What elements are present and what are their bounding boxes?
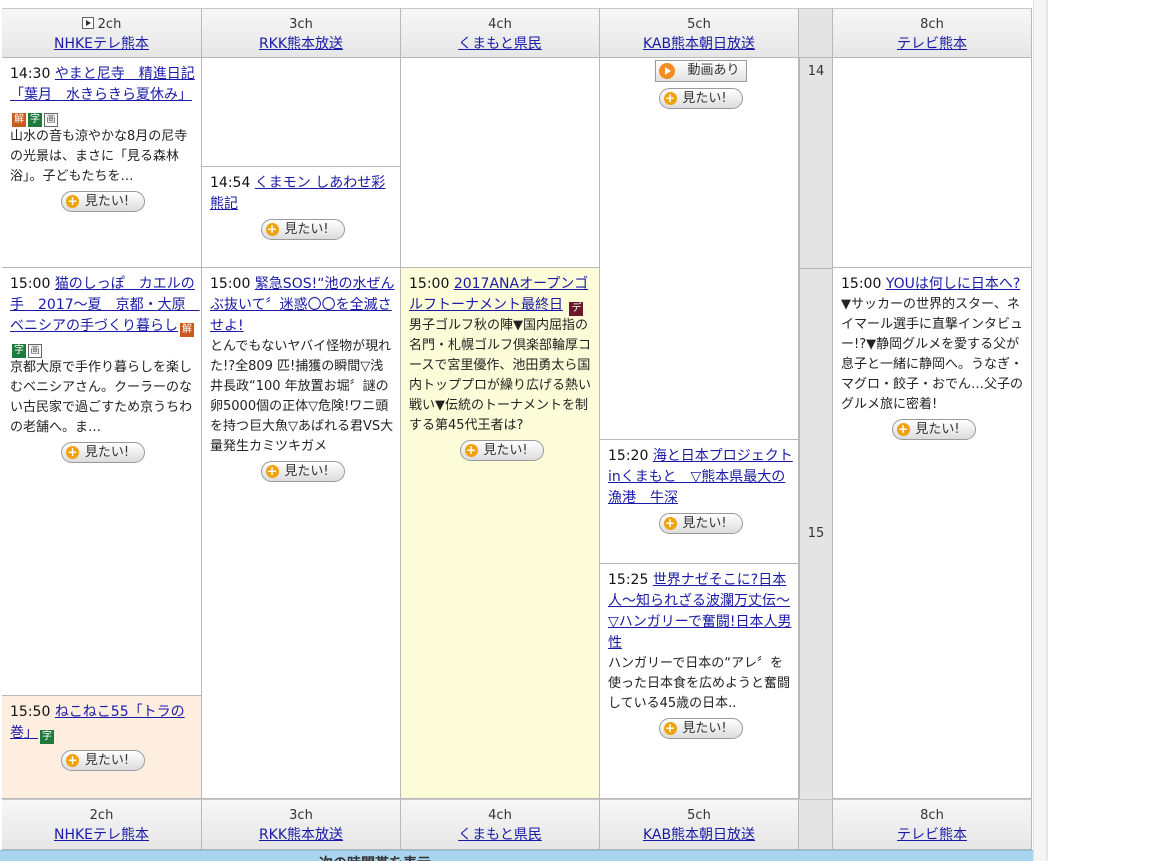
channel-header-8ch: 8ch テレビ熊本 bbox=[833, 8, 1032, 58]
program-cell-empty bbox=[401, 58, 600, 268]
channel-footer-5ch: 5ch KAB熊本朝日放送 bbox=[600, 799, 799, 850]
channel-link-5ch[interactable]: KAB熊本朝日放送 bbox=[643, 35, 755, 53]
time-header-blank bbox=[799, 8, 833, 58]
channel-link-4ch[interactable]: くまもと県民 bbox=[458, 826, 542, 844]
hour-divider bbox=[800, 268, 832, 269]
channel-footer-4ch: 4ch くまもと県民 bbox=[401, 799, 600, 850]
next-timeslot-button[interactable]: 一次の時間帯を表示 bbox=[0, 850, 1033, 861]
program-description: 男子ゴルフ秋の陣▼国内屈指の名門・札幌ゴルフ倶楽部輪厚コースで宮里優作、池田勇太… bbox=[409, 318, 592, 433]
channel-link-8ch[interactable]: テレビ熊本 bbox=[897, 35, 967, 53]
want-to-watch-button[interactable]: + 見たい! bbox=[658, 513, 743, 534]
plus-icon: + bbox=[663, 516, 677, 530]
program-description: とんでもないヤバイ怪物が現れた!?全809 匹!捕獲の瞬間▽浅井長政“100 年… bbox=[210, 339, 394, 454]
channel-link-8ch[interactable]: テレビ熊本 bbox=[897, 826, 967, 844]
plus-icon: + bbox=[896, 422, 910, 436]
channel-footer-2ch: 2ch NHKEテレ熊本 bbox=[2, 799, 202, 850]
want-to-watch-button[interactable]: + 見たい! bbox=[61, 750, 145, 771]
want-to-watch-button[interactable]: + 見たい! bbox=[61, 442, 145, 463]
channel-footer-8ch: 8ch テレビ熊本 bbox=[833, 799, 1032, 850]
program-cell[interactable]: 15:25 世界ナゼそこに?日本人～知られざる波瀾万丈伝～▽ハンガリーで奮闘!日… bbox=[600, 564, 799, 799]
play-circle-icon bbox=[658, 63, 675, 79]
program-description: ハンガリーで日本の“アレ〞を使った日本食を広めようと奮闘している45歳の日本.. bbox=[608, 656, 791, 711]
channel-header-2ch: 2ch NHKEテレ熊本 bbox=[2, 8, 202, 58]
plus-icon: + bbox=[66, 753, 79, 767]
program-cell-empty bbox=[202, 58, 401, 167]
plus-icon: + bbox=[66, 194, 79, 208]
subtitle-badge: 字 bbox=[40, 730, 54, 744]
program-cell[interactable]: 15:00 YOUは何しに日本へ? ▼サッカーの世界的スター、ネイマール選手に直… bbox=[833, 268, 1032, 799]
program-cell[interactable]: 15:00 2017ANAオープンゴルフトーナメント最終日 デ 男子ゴルフ秋の陣… bbox=[401, 268, 600, 799]
program-cell-continued[interactable]: 動画あり + 見たい! bbox=[600, 58, 799, 440]
plus-icon: + bbox=[265, 464, 279, 478]
program-cell[interactable]: 15:00 緊急SOS!“池の水ぜんぶ抜いて〞迷惑〇〇を全滅させよ! とんでもな… bbox=[202, 268, 401, 799]
program-description: 京都大原で手作り暮らしを楽しむベニシアさん。クーラーのない古民家で過ごすため京う… bbox=[10, 360, 193, 435]
program-cell[interactable]: 14:30 やまと尼寺 精進日記「葉月 水きらきら夏休み」解字画 山水の音も涼や… bbox=[2, 58, 202, 268]
want-to-watch-button[interactable]: + 見たい! bbox=[459, 440, 544, 461]
subtitle-badge: 字 bbox=[12, 344, 26, 358]
want-to-watch-button[interactable]: + 見たい! bbox=[260, 461, 345, 482]
channel-link-3ch[interactable]: RKK熊本放送 bbox=[259, 35, 343, 53]
plus-icon: + bbox=[265, 222, 279, 236]
picture-badge: 画 bbox=[44, 113, 58, 127]
video-available-badge[interactable]: 動画あり bbox=[654, 60, 747, 82]
channel-footer-3ch: 3ch RKK熊本放送 bbox=[202, 799, 401, 850]
program-cell[interactable]: 15:50 ねこねこ55「トラの巻」字 + 見たい! bbox=[2, 696, 202, 799]
channel-link-2ch[interactable]: NHKEテレ熊本 bbox=[54, 826, 149, 844]
want-to-watch-button[interactable]: + 見たい! bbox=[260, 219, 345, 240]
hour-label-15: 15 bbox=[807, 526, 825, 541]
channel-link-2ch[interactable]: NHKEテレ熊本 bbox=[54, 35, 149, 53]
channel-header-4ch: 4ch くまもと県民 bbox=[401, 8, 600, 58]
commentary-badge: 解 bbox=[180, 323, 194, 337]
channel-link-3ch[interactable]: RKK熊本放送 bbox=[259, 826, 343, 844]
subtitle-badge: 字 bbox=[28, 113, 42, 127]
want-to-watch-button[interactable]: + 見たい! bbox=[658, 718, 743, 739]
channel-link-5ch[interactable]: KAB熊本朝日放送 bbox=[643, 826, 755, 844]
plus-icon: + bbox=[464, 443, 478, 457]
plus-icon: + bbox=[663, 721, 677, 735]
program-cell[interactable]: 15:20 海と日本プロジェクトinくまもと ▽熊本県最大の漁港 牛深 + 見たい… bbox=[600, 440, 799, 564]
channel-header-3ch: 3ch RKK熊本放送 bbox=[202, 8, 401, 58]
program-cell[interactable]: 15:00 猫のしっぽ カエルの手 2017～夏 京都・大原 ベニシアの手づくり… bbox=[2, 268, 202, 696]
program-description: ▼サッカーの世界的スター、ネイマール選手に直撃インタビュー!?▼静岡グルメを愛す… bbox=[841, 297, 1024, 412]
picture-badge: 画 bbox=[28, 344, 42, 358]
play-icon[interactable] bbox=[81, 17, 94, 29]
want-to-watch-button[interactable]: + 見たい! bbox=[61, 191, 145, 212]
want-to-watch-button[interactable]: + 見たい! bbox=[658, 88, 743, 109]
program-cell[interactable]: 14:54 くまモン しあわせ彩熊記 + 見たい! bbox=[202, 167, 401, 268]
commentary-badge: 解 bbox=[12, 113, 26, 127]
program-title-link[interactable]: YOUは何しに日本へ? bbox=[886, 276, 1020, 292]
data-broadcast-badge: デ bbox=[569, 302, 584, 316]
page-scrollbar[interactable] bbox=[1033, 0, 1048, 861]
want-to-watch-button[interactable]: + 見たい! bbox=[891, 419, 976, 440]
time-column: 14 15 bbox=[799, 58, 833, 799]
hour-label-14: 14 bbox=[807, 64, 825, 79]
program-cell-empty bbox=[833, 58, 1032, 268]
plus-icon: + bbox=[663, 91, 677, 105]
program-description: 山水の音も涼やかな8月の尼寺の光景は、まさに「見る森林浴」。子どもたちを… bbox=[10, 129, 188, 184]
tv-program-guide: 2ch NHKEテレ熊本 3ch RKK熊本放送 4ch くまもと県民 5ch … bbox=[0, 0, 1152, 861]
channel-header-5ch: 5ch KAB熊本朝日放送 bbox=[600, 8, 799, 58]
plus-icon: + bbox=[66, 445, 79, 459]
channel-link-4ch[interactable]: くまもと県民 bbox=[458, 35, 542, 53]
time-footer-blank bbox=[799, 799, 833, 850]
